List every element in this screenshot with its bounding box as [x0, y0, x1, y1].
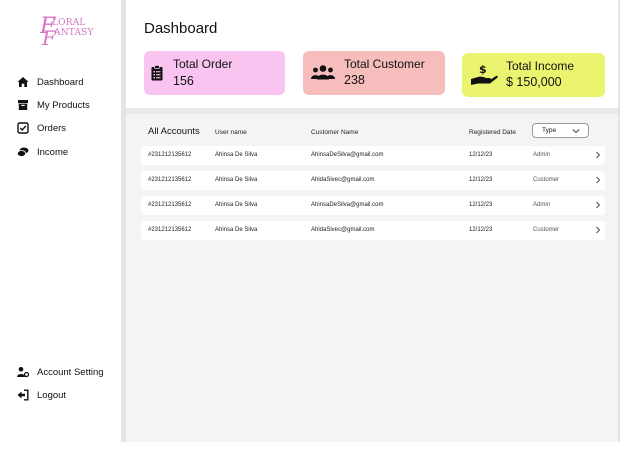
- chevron-right-icon[interactable]: [595, 151, 601, 159]
- sidebar-item-label: Account Setting: [37, 366, 104, 378]
- account-username: Ahinsa De Silva: [215, 177, 258, 183]
- type-select-value: Type: [542, 127, 557, 134]
- stat-label: Total Income: [506, 59, 575, 73]
- account-username: Ahinsa De Silva: [215, 227, 258, 233]
- sidebar-item-label: Logout: [37, 389, 67, 401]
- page-title: Dashboard: [144, 20, 218, 37]
- account-email: AhinsaDeSilva@gmail.com: [311, 202, 384, 208]
- sidebar-item-income[interactable]: Income: [17, 144, 68, 160]
- chevron-right-icon[interactable]: [595, 226, 601, 234]
- right-border: [618, 0, 620, 442]
- sidebar-item-label: My Products: [37, 99, 90, 111]
- account-email: AhinsaDeSilva@gmail.com: [311, 152, 384, 158]
- logo-line1: LORAL: [52, 18, 86, 28]
- account-type: Admin: [533, 152, 551, 158]
- stat-card-total-order[interactable]: Total Order 156: [144, 51, 285, 95]
- all-accounts-title: All Accounts: [148, 126, 200, 137]
- sidebar-item-my-products[interactable]: My Products: [17, 97, 90, 113]
- stat-value: $ 150,000: [506, 75, 562, 89]
- hand-dollar-icon: $: [471, 63, 498, 85]
- account-id: #231212135612: [148, 202, 192, 208]
- account-id: #231212135612: [148, 227, 192, 233]
- clipboard-icon: [151, 65, 163, 81]
- users-icon: [311, 65, 335, 80]
- account-username: Ahinsa De Silva: [215, 202, 258, 208]
- chevron-down-icon: [572, 129, 580, 134]
- account-type: Admin: [533, 202, 551, 208]
- table-row[interactable]: #231212135612 Ahinsa De Silva AhidaSivec…: [141, 171, 605, 190]
- app-frame: F LORAL F ANTASY Dashboard My Products O…: [0, 0, 628, 450]
- account-email: AhidaSivec@gmail.com: [311, 177, 375, 183]
- account-id: #231212135612: [148, 152, 192, 158]
- home-icon: [17, 76, 29, 88]
- account-type: Customer: [533, 227, 560, 233]
- account-email: AhidaSivec@gmail.com: [311, 227, 375, 233]
- column-header-username: User name: [215, 129, 247, 136]
- money-icon: [17, 146, 29, 158]
- stat-label: Total Customer: [344, 57, 425, 71]
- column-header-registered-date: Registered Date: [469, 129, 516, 136]
- account-date: 12/12/23: [469, 227, 493, 233]
- account-date: 12/12/23: [469, 177, 493, 183]
- account-date: 12/12/23: [469, 202, 493, 208]
- checkbox-icon: [17, 122, 29, 134]
- stat-card-total-income[interactable]: $ Total Income $ 150,000: [462, 53, 605, 97]
- column-header-customer-name: Customer Name: [311, 129, 359, 136]
- table-row[interactable]: #231212135612 Ahinsa De Silva AhinsaDeSi…: [141, 196, 605, 215]
- table-row[interactable]: #231212135612 Ahinsa De Silva AhidaSivec…: [141, 221, 605, 240]
- stat-value: 156: [173, 74, 194, 88]
- sidebar-item-orders[interactable]: Orders: [17, 120, 66, 136]
- account-username: Ahinsa De Silva: [215, 152, 258, 158]
- stat-card-total-customer[interactable]: Total Customer 238: [303, 51, 445, 95]
- account-date: 12/12/23: [469, 152, 493, 158]
- stat-value: 238: [344, 73, 365, 87]
- account-type: Customer: [533, 177, 560, 183]
- user-gear-icon: [17, 366, 29, 378]
- logout-icon: [17, 389, 29, 401]
- sidebar: F LORAL F ANTASY Dashboard My Products O…: [0, 0, 120, 450]
- box-icon: [17, 99, 29, 111]
- sidebar-item-logout[interactable]: Logout: [17, 387, 66, 403]
- sidebar-item-account-setting[interactable]: Account Setting: [17, 364, 104, 380]
- logo-line2: ANTASY: [54, 28, 94, 38]
- type-filter-select[interactable]: Type: [532, 123, 589, 138]
- account-id: #231212135612: [148, 177, 192, 183]
- chevron-right-icon[interactable]: [595, 176, 601, 184]
- sidebar-item-label: Income: [37, 146, 69, 158]
- sidebar-item-label: Orders: [37, 122, 67, 134]
- sidebar-item-dashboard[interactable]: Dashboard: [17, 74, 83, 90]
- svg-text:$: $: [479, 63, 487, 76]
- brand-logo[interactable]: F LORAL F ANTASY: [40, 14, 102, 50]
- table-row[interactable]: #231212135612 Ahinsa De Silva AhinsaDeSi…: [141, 146, 605, 165]
- stat-label: Total Order: [173, 57, 233, 71]
- chevron-right-icon[interactable]: [595, 201, 601, 209]
- sidebar-item-label: Dashboard: [37, 76, 84, 88]
